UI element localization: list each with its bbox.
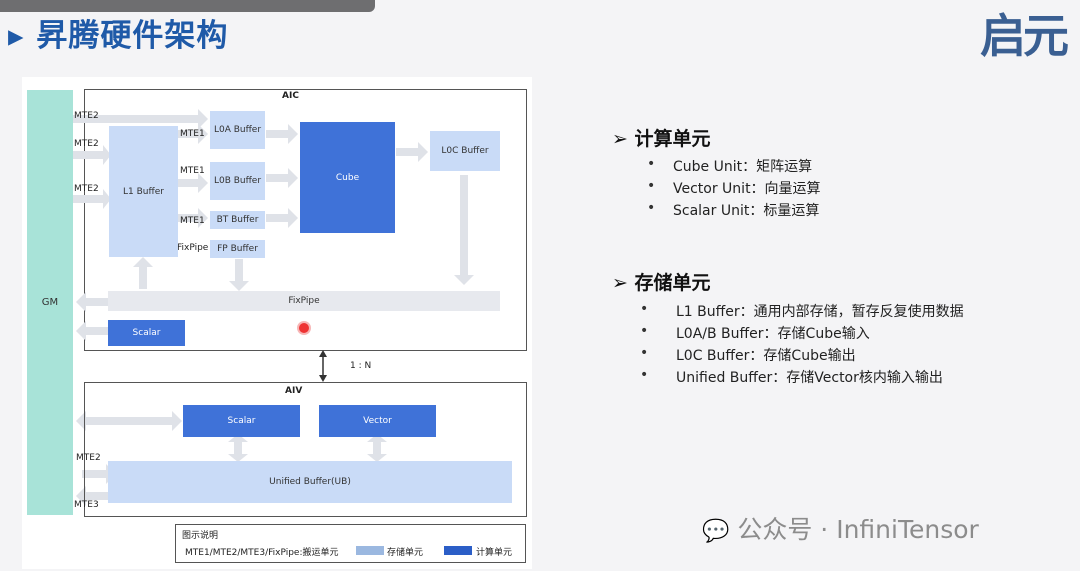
- legend-compute-swatch: [444, 546, 472, 555]
- storage-heading: ➢ 存储单元: [612, 272, 711, 294]
- compute-item: Scalar Unit：标量运算: [673, 203, 820, 219]
- mte2-label-2: MTE2: [74, 139, 99, 149]
- fp-buffer: FP Buffer: [210, 240, 265, 258]
- architecture-diagram: GM AIC MTE2 MTE2 MTE2 MTE1 MTE1 MTE1 Fix…: [22, 77, 532, 569]
- mte2-label-3: MTE2: [74, 184, 99, 194]
- legend-title: 图示说明: [182, 531, 219, 541]
- compute-item: Vector Unit：向量运算: [673, 181, 821, 197]
- bullet-dot: •: [647, 200, 656, 216]
- storage-item: L1 Buffer：通用内部存储，暂存反复使用数据: [676, 304, 964, 320]
- slide-title: ▸ 昇腾硬件架构: [8, 18, 229, 54]
- bullet-dot: •: [640, 301, 649, 317]
- bullet-dot: •: [640, 345, 649, 361]
- legend-storage-label: 存储单元: [387, 548, 424, 558]
- l1-buffer: L1 Buffer: [109, 126, 178, 257]
- ratio-label: 1 : N: [350, 361, 372, 371]
- bullet-dot: •: [640, 323, 649, 339]
- unified-buffer: Unified Buffer(UB): [108, 461, 512, 503]
- l0a-buffer: L0A Buffer: [210, 111, 265, 149]
- cursor-indicator: [297, 321, 311, 335]
- storage-item: L0C Buffer：存储Cube输出: [676, 348, 856, 364]
- aiv-scalar: Scalar: [183, 405, 300, 437]
- fixpipe-bar: FixPipe: [108, 291, 500, 311]
- wechat-icon: 💬: [702, 519, 730, 544]
- legend-move-label: MTE1/MTE2/MTE3/FixPipe:搬运单元: [185, 548, 339, 558]
- mte2-label-1: MTE2: [74, 111, 99, 121]
- compute-heading: ➢ 计算单元: [612, 128, 711, 150]
- storage-item: Unified Buffer：存储Vector核内输入输出: [676, 370, 943, 386]
- aic-scalar: Scalar: [108, 320, 185, 346]
- legend-compute-label: 计算单元: [476, 548, 513, 558]
- l0c-buffer: L0C Buffer: [430, 131, 500, 171]
- storage-item: L0A/B Buffer：存储Cube输入: [676, 326, 870, 342]
- bt-buffer: BT Buffer: [210, 211, 265, 229]
- brand-logo: 启元: [980, 9, 1069, 63]
- mte1-label-2: MTE1: [180, 166, 205, 176]
- vector-unit: Vector: [319, 405, 436, 437]
- mte1-label-3: MTE1: [180, 216, 205, 226]
- bullet-dot: •: [640, 367, 649, 383]
- legend-storage-swatch: [356, 546, 384, 555]
- aiv-title: AIV: [285, 386, 303, 396]
- bullet-dot: •: [647, 178, 656, 194]
- fixpipe-port-label: FixPipe: [177, 243, 209, 253]
- aiv-mte3-label: MTE3: [74, 500, 99, 510]
- l0b-buffer: L0B Buffer: [210, 162, 265, 200]
- mte1-label-1: MTE1: [180, 129, 205, 139]
- compute-item: Cube Unit：矩阵运算: [673, 159, 813, 175]
- bullet-dot: •: [647, 156, 656, 172]
- watermark: 💬 公众号 · InfiniTensor: [702, 515, 979, 544]
- aiv-mte2-label: MTE2: [76, 453, 101, 463]
- cube-unit: Cube: [300, 122, 395, 233]
